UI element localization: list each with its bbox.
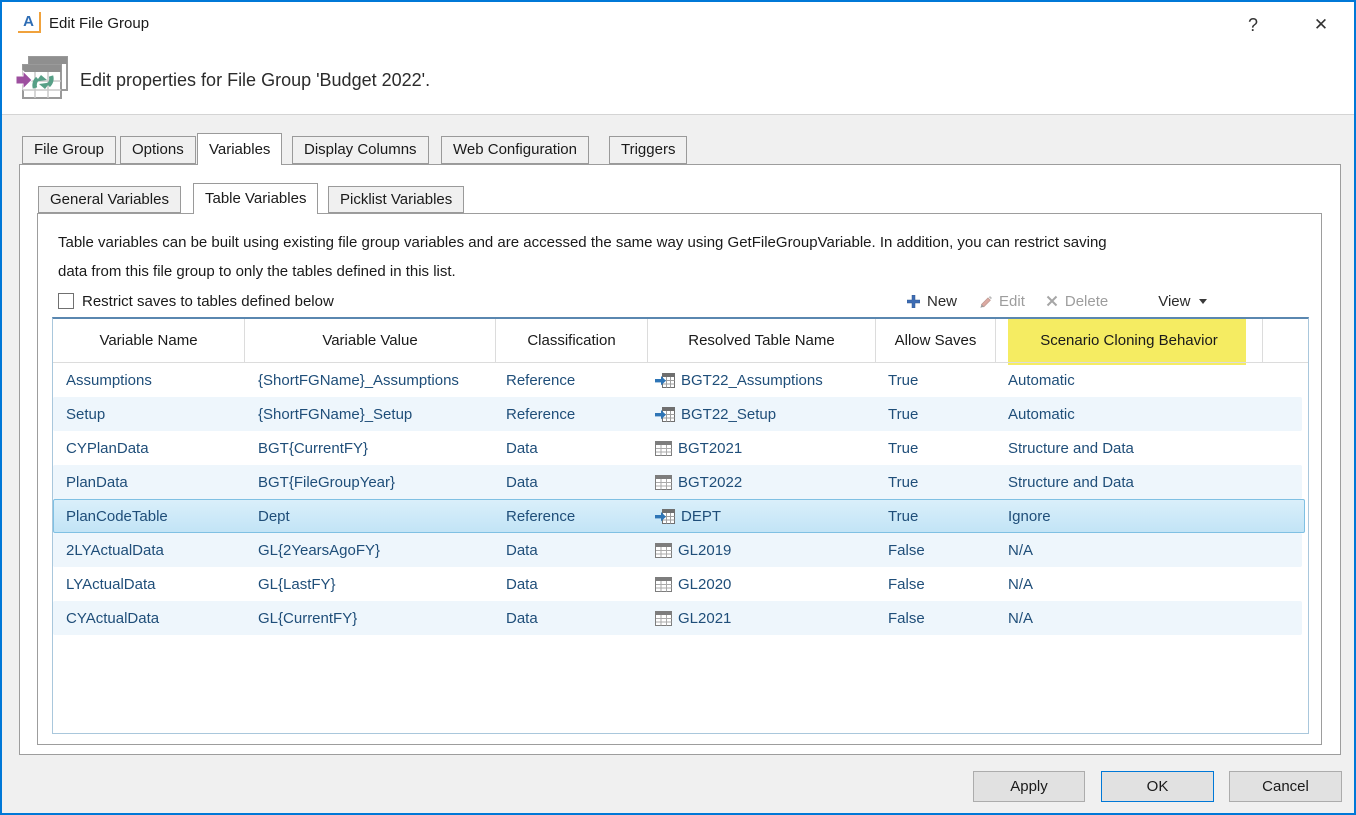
col-header-classification[interactable]: Classification [496,319,648,362]
col-header-variable-name[interactable]: Variable Name [53,319,245,362]
list-toolbar: New Edit Delete View [907,290,1252,312]
data-table-icon [655,543,672,558]
col-header-allow-saves[interactable]: Allow Saves [876,319,996,362]
table-row[interactable]: Setup {ShortFGName}_Setup Reference [53,397,1308,431]
reference-table-icon [655,373,675,388]
col-header-variable-value[interactable]: Variable Value [245,319,496,362]
table-header: Variable Name Variable Value Classificat… [53,319,1308,363]
plus-icon [907,295,920,308]
restrict-saves-checkbox[interactable] [58,293,74,309]
table-row[interactable]: CYActualData GL{CurrentFY} Data [53,601,1308,635]
dialog-subtitle: Edit properties for File Group 'Budget 2… [80,70,430,91]
file-group-icon [14,54,72,111]
delete-x-icon [1046,295,1058,307]
tab-variables[interactable]: Variables [197,133,282,165]
col-header-resolved-table-name[interactable]: Resolved Table Name [648,319,876,362]
data-table-icon [655,475,672,490]
tab-web-configuration[interactable]: Web Configuration [441,136,589,164]
apply-button[interactable]: Apply [973,771,1085,802]
col-header-filler [1263,319,1308,362]
titlebar[interactable]: A Edit File Group ? ✕ [2,2,1354,48]
close-icon[interactable]: ✕ [1306,10,1336,40]
tab-display-columns[interactable]: Display Columns [292,136,429,164]
new-button[interactable]: New [907,293,957,310]
tab-options[interactable]: Options [120,136,196,164]
tab-table-variables[interactable]: Table Variables [193,183,318,214]
window-title: Edit File Group [49,15,149,32]
data-table-icon [655,577,672,592]
table-row[interactable]: Assumptions {ShortFGName}_Assumptions Re… [53,363,1308,397]
data-table-icon [655,611,672,626]
tab-general-variables[interactable]: General Variables [38,186,181,213]
help-icon[interactable]: ? [1240,11,1266,39]
app-icon: A [18,12,41,33]
tab-picklist-variables[interactable]: Picklist Variables [328,186,464,213]
ok-button[interactable]: OK [1101,771,1214,802]
table-row[interactable]: 2LYActualData GL{2YearsAgoFY} Data [53,533,1308,567]
tab-file-group[interactable]: File Group [22,136,116,164]
reference-table-icon [655,509,675,524]
restrict-saves-label: Restrict saves to tables defined below [82,293,334,310]
cancel-button[interactable]: Cancel [1229,771,1342,802]
table-row[interactable]: PlanCodeTable Dept Reference [53,499,1308,533]
view-dropdown[interactable]: View [1158,293,1207,310]
table-row[interactable]: LYActualData GL{LastFY} Data [53,567,1308,601]
edit-button[interactable]: Edit [978,293,1025,310]
table-variables-description: Table variables can be built using exist… [58,228,1308,286]
table-variables-list: Variable Name Variable Value Classificat… [52,317,1309,734]
edit-file-group-dialog: A Edit File Group ? ✕ Edit properties fo… [0,0,1356,815]
table-row[interactable]: CYPlanData BGT{CurrentFY} Data [53,431,1308,465]
pencil-icon [978,294,992,308]
table-row[interactable]: PlanData BGT{FileGroupYear} Data [53,465,1308,499]
chevron-down-icon [1199,299,1207,304]
table-rows: Assumptions {ShortFGName}_Assumptions Re… [53,363,1308,635]
col-header-scenario-cloning-behavior[interactable]: Scenario Cloning Behavior [996,319,1263,362]
reference-table-icon [655,407,675,422]
delete-button[interactable]: Delete [1046,293,1108,310]
tab-triggers[interactable]: Triggers [609,136,687,164]
data-table-icon [655,441,672,456]
